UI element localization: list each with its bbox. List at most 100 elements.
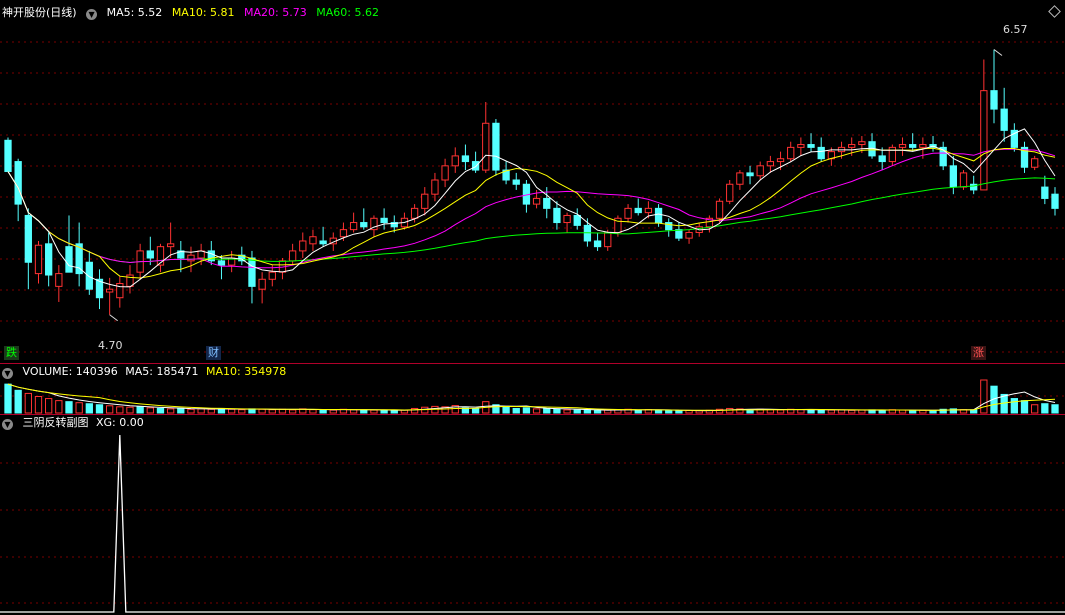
price-legend: 神开股份(日线) ▼ MA5: 5.52 MA10: 5.81 MA20: 5.… xyxy=(2,5,385,21)
volume-bar xyxy=(726,407,734,414)
candle-body xyxy=(959,172,968,188)
ma5-label: MA5: 5.52 xyxy=(106,6,163,19)
ma10-line xyxy=(7,147,1056,279)
low-price-label: 4.70 xyxy=(98,339,123,352)
volume-bar xyxy=(380,409,388,414)
volume-bar xyxy=(75,402,83,414)
volume-bar xyxy=(471,408,480,414)
volume-bar xyxy=(410,407,419,414)
volume-pane[interactable]: ▼ VOLUME: 140396 MA5: 185471 MA10: 35497… xyxy=(0,364,1065,415)
candle-body xyxy=(624,207,632,219)
candle-body xyxy=(756,165,764,177)
volume-bar xyxy=(45,398,53,414)
volume-bar xyxy=(14,389,22,414)
volume-bar xyxy=(268,409,276,414)
candle-body xyxy=(319,240,327,245)
price-pane[interactable]: 神开股份(日线) ▼ MA5: 5.52 MA10: 5.81 MA20: 5.… xyxy=(0,0,1065,364)
volume-bar xyxy=(827,409,836,414)
candle-body xyxy=(217,260,226,266)
candle-body xyxy=(766,161,775,167)
volume-bar xyxy=(1020,400,1029,414)
volume-title: VOLUME: 140396 xyxy=(22,365,118,378)
candle-body xyxy=(807,144,815,148)
volume-bar xyxy=(532,408,541,414)
candle-body xyxy=(878,155,886,163)
candle-body xyxy=(24,214,32,263)
candle-body xyxy=(532,197,541,205)
volume-bar xyxy=(898,409,907,414)
volume-bar xyxy=(329,409,337,414)
ma20-label: MA20: 5.73 xyxy=(244,6,307,19)
volume-bar xyxy=(370,409,378,414)
marker-rise[interactable]: 涨 xyxy=(971,346,986,360)
candle-body xyxy=(858,141,866,146)
candle-body xyxy=(593,240,602,248)
chevron-down-icon[interactable]: ▼ xyxy=(86,9,98,20)
volume-bar xyxy=(34,396,43,414)
marker-fall[interactable]: 跌 xyxy=(4,346,19,360)
candle-body xyxy=(543,197,551,209)
volume-bar xyxy=(105,405,114,414)
ma20-line xyxy=(7,148,1056,269)
volume-bar xyxy=(848,409,856,414)
candlestick-chart[interactable] xyxy=(0,0,1065,364)
volume-bar xyxy=(238,409,246,414)
ma5-line xyxy=(7,128,1056,288)
volume-bar xyxy=(177,407,185,414)
volume-bar xyxy=(95,404,104,414)
volume-bar xyxy=(136,406,144,414)
candle-body xyxy=(85,261,93,290)
candle-body xyxy=(1000,108,1008,131)
candle-body xyxy=(248,257,256,287)
candle-body xyxy=(776,158,785,163)
candle-body xyxy=(380,217,388,224)
candle-body xyxy=(797,144,805,148)
candle-body xyxy=(4,139,12,172)
volume-bar xyxy=(909,410,917,414)
high-price-label: 6.57 xyxy=(1003,23,1028,36)
marker-finance[interactable]: 财 xyxy=(206,346,221,360)
candle-body xyxy=(573,214,581,226)
volume-bar xyxy=(807,409,815,414)
candle-body xyxy=(553,207,561,224)
candle-body xyxy=(146,250,154,259)
volume-bar xyxy=(390,410,398,414)
candle-body xyxy=(492,122,500,171)
candle-body xyxy=(654,207,663,224)
volume-bar xyxy=(258,408,266,414)
candle-body xyxy=(349,222,358,231)
indicator-chart[interactable] xyxy=(0,415,1065,615)
volume-ma10-line xyxy=(7,383,1056,411)
candle-body xyxy=(919,144,927,148)
candle-body xyxy=(715,200,724,219)
chevron-down-icon[interactable]: ▼ xyxy=(2,419,13,430)
candle-body xyxy=(726,183,734,202)
ma10-label: MA10: 5.81 xyxy=(171,6,235,19)
candle-body xyxy=(34,244,43,275)
volume-bar xyxy=(187,408,195,414)
chevron-down-icon[interactable]: ▼ xyxy=(2,368,13,379)
indicator-pane[interactable]: ▼ 三阴反转副图 XG: 0.00 xyxy=(0,415,1065,615)
volume-bar xyxy=(1041,403,1049,414)
candle-body xyxy=(1051,193,1059,209)
volume-bar xyxy=(288,409,297,414)
high-leader xyxy=(993,49,1003,56)
candle-body xyxy=(980,90,988,191)
xg-signal-line xyxy=(0,434,1065,613)
candle-body xyxy=(461,155,470,163)
candle-body xyxy=(451,155,459,167)
candle-body xyxy=(563,214,571,224)
volume-bar xyxy=(502,406,510,414)
candle-body xyxy=(848,144,856,148)
candle-body xyxy=(1041,186,1049,199)
candle-body xyxy=(909,144,917,148)
candle-body xyxy=(787,146,795,160)
volume-bar xyxy=(55,400,63,414)
volume-bar xyxy=(1031,404,1039,414)
candle-body xyxy=(675,229,683,239)
candle-body xyxy=(187,254,195,262)
volume-bar xyxy=(553,408,561,414)
candle-body xyxy=(471,161,480,171)
volume-bar xyxy=(522,407,531,414)
candle-body xyxy=(360,222,368,228)
